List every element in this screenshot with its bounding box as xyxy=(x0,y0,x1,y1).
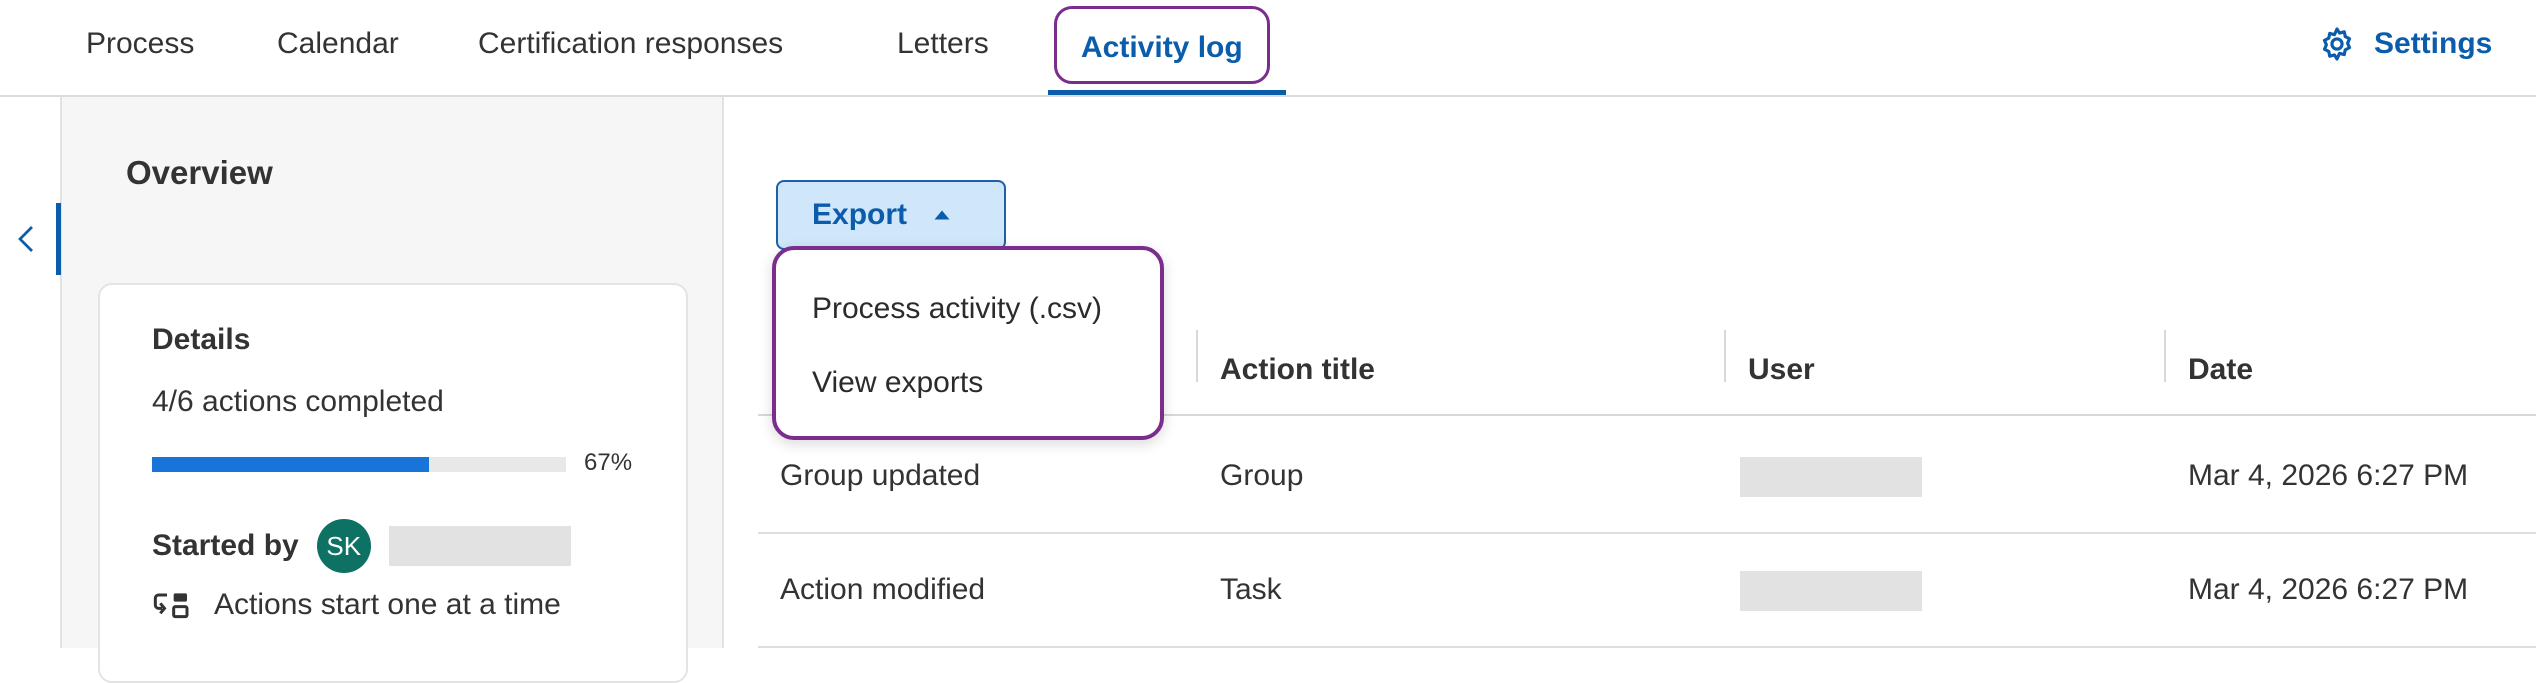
cell-user-redacted xyxy=(1740,571,1922,611)
sequential-actions-icon xyxy=(153,593,189,619)
menu-item-view-exports[interactable]: View exports xyxy=(812,360,983,406)
caret-up-icon xyxy=(934,210,950,220)
started-by-label: Started by xyxy=(152,529,299,562)
sidebar-active-indicator xyxy=(56,203,61,275)
progress-bar xyxy=(152,457,566,472)
avatar: SK xyxy=(316,519,371,573)
cell-action-title: Group xyxy=(1220,459,1304,492)
active-tab-indicator xyxy=(1048,90,1286,95)
column-divider xyxy=(1196,330,1198,382)
tab-activity-log[interactable]: Activity log xyxy=(1054,6,1270,84)
export-button[interactable]: Export xyxy=(776,180,1006,250)
overview-title: Overview xyxy=(126,154,273,191)
column-header-date[interactable]: Date xyxy=(2166,326,2536,414)
export-label: Export xyxy=(812,198,908,231)
chevron-left-icon xyxy=(18,226,33,252)
table-row[interactable]: Action modified Task Mar 4, 2026 6:27 PM xyxy=(758,534,2536,648)
actions-completed-text: 4/6 actions completed xyxy=(152,385,444,418)
cell-action-title: Task xyxy=(1220,573,1282,606)
progress-percent: 67% xyxy=(584,449,633,476)
overview-panel: Overview Details 4/6 actions completed 6… xyxy=(62,97,724,683)
column-divider xyxy=(2164,330,2166,382)
gear-icon xyxy=(2322,27,2352,61)
column-header-user[interactable]: User xyxy=(1726,326,2166,414)
settings-button[interactable]: Settings xyxy=(2318,22,2492,66)
tab-calendar[interactable]: Calendar xyxy=(277,24,399,64)
started-by-row: Started by SK xyxy=(152,519,571,573)
column-header-action-title[interactable]: Action title xyxy=(1198,326,1718,414)
action-sequence-text: Actions start one at a time xyxy=(214,588,561,621)
action-sequence-row: Actions start one at a time xyxy=(152,585,561,625)
cell-activity: Action modified xyxy=(780,573,986,606)
menu-item-process-activity-csv[interactable]: Process activity (.csv) xyxy=(812,286,1102,332)
top-tab-bar: Process Calendar Certification responses… xyxy=(0,0,2536,97)
progress-bar-fill xyxy=(152,457,430,472)
details-card: Details 4/6 actions completed 67% Starte… xyxy=(98,283,688,683)
tab-letters[interactable]: Letters xyxy=(897,24,989,64)
settings-label: Settings xyxy=(2374,27,2493,60)
tab-certification-responses[interactable]: Certification responses xyxy=(478,24,783,64)
sidebar-collapse-rail xyxy=(0,97,62,648)
export-dropdown-menu: Process activity (.csv) View exports xyxy=(772,246,1164,440)
details-heading: Details xyxy=(152,323,251,356)
collapse-sidebar-button[interactable] xyxy=(14,222,38,256)
cell-date: Mar 4, 2026 6:27 PM xyxy=(2188,459,2469,492)
started-by-name-redacted xyxy=(388,526,571,566)
tab-process[interactable]: Process xyxy=(86,24,194,64)
cell-date: Mar 4, 2026 6:27 PM xyxy=(2188,573,2469,606)
column-divider xyxy=(1724,330,1726,382)
cell-user-redacted xyxy=(1740,457,1922,497)
